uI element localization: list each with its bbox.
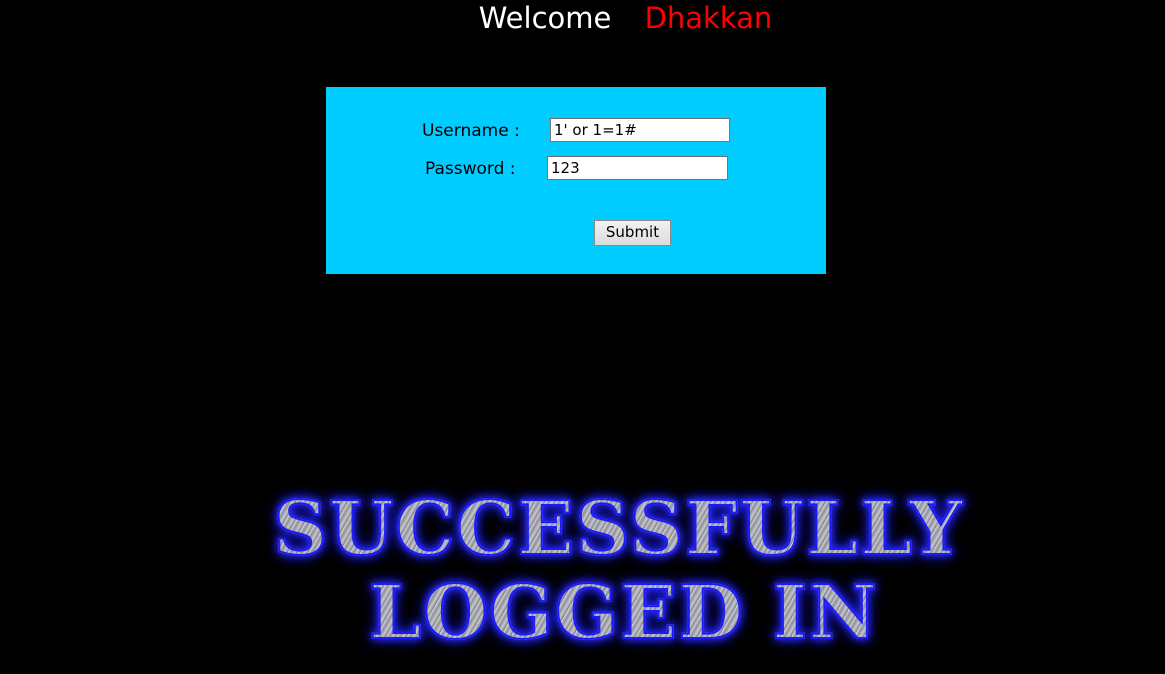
user-name: Dhakkan bbox=[644, 1, 773, 35]
page: Welcome Dhakkan Username : 1' or 1=1# Pa… bbox=[0, 0, 1165, 674]
login-form: Username : 1' or 1=1# Password : 123 Sub… bbox=[326, 87, 826, 274]
welcome-banner: Welcome Dhakkan bbox=[0, 0, 1165, 36]
welcome-label: Welcome bbox=[478, 1, 612, 35]
success-text-line1: SUCCESSFULLY bbox=[244, 484, 994, 574]
password-label: Password : bbox=[425, 159, 516, 179]
username-input[interactable]: 1' or 1=1# bbox=[550, 118, 730, 142]
success-text-line2: LOGGED IN bbox=[249, 568, 999, 658]
submit-button[interactable]: Submit bbox=[594, 220, 671, 246]
username-label: Username : bbox=[422, 121, 520, 141]
password-input[interactable]: 123 bbox=[547, 156, 728, 180]
success-image: SUCCESSFULLY LOGGED IN bbox=[255, 484, 1005, 659]
